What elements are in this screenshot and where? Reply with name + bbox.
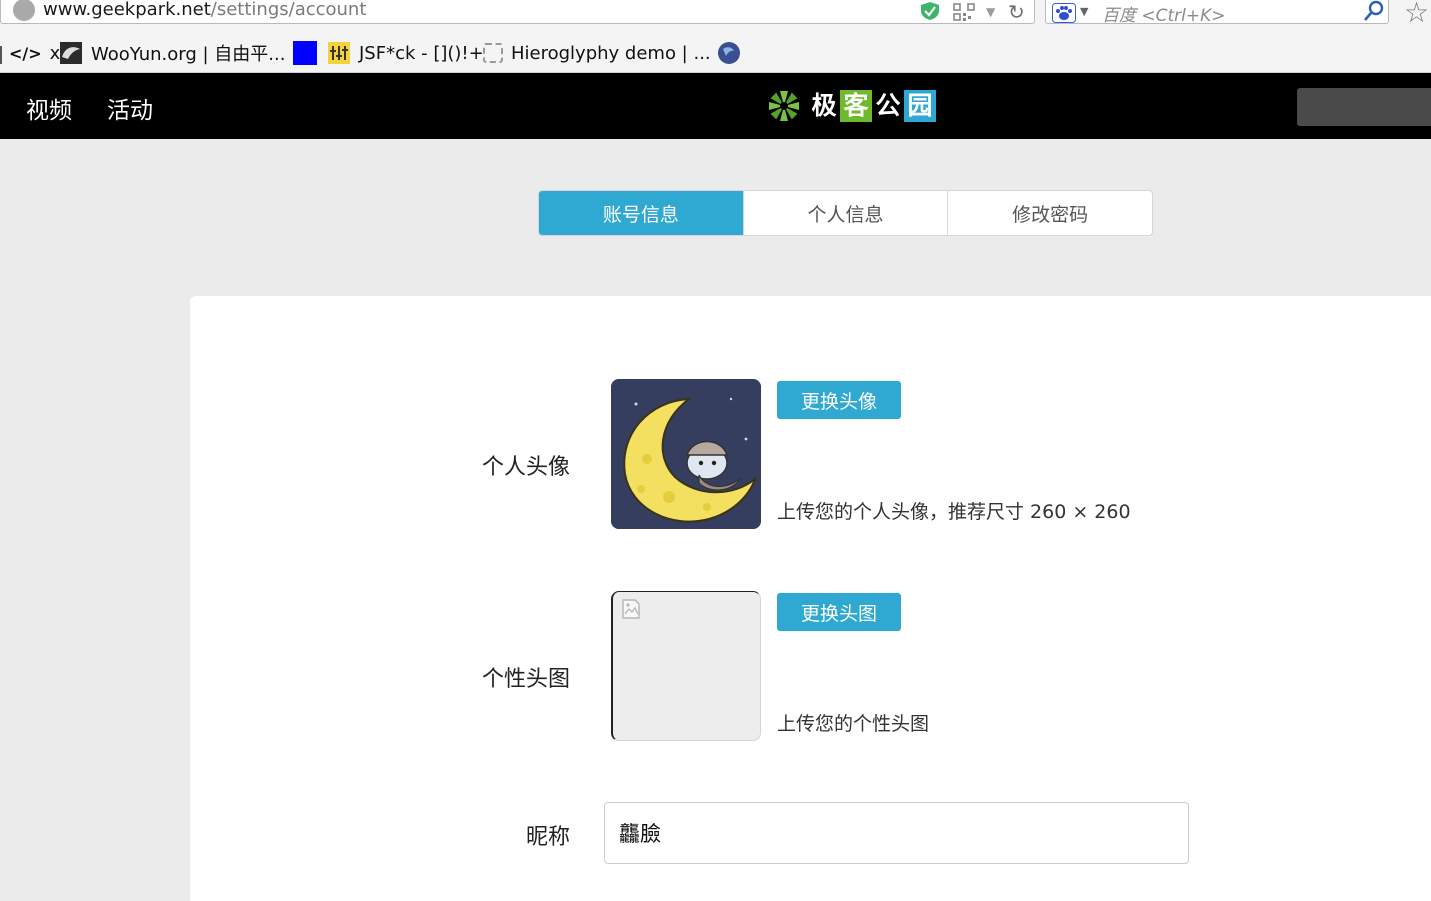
security-shield-icon[interactable] [919, 1, 941, 21]
nickname-input[interactable] [604, 802, 1189, 864]
tab-account-info[interactable]: 账号信息 [539, 191, 743, 235]
bookmark-label: JSF*ck - []()!+ [359, 42, 484, 64]
wooyun-icon [60, 42, 82, 64]
browser-toolbar: www.geekpark.net/settings/account ▼ ↻ ▼ … [0, 0, 1431, 32]
bookmark-label: Hieroglyphy demo | ... [511, 42, 711, 64]
logo-char: 客 [840, 90, 872, 122]
change-cover-button[interactable]: 更换头图 [777, 593, 901, 631]
logo-wordmark: 极 客 公 园 [808, 90, 936, 122]
nickname-label: 昵称 [525, 825, 570, 850]
change-avatar-button[interactable]: 更换头像 [777, 381, 901, 419]
header-search-box[interactable] [1297, 88, 1431, 126]
url-dropdown-icon[interactable]: ▼ [986, 5, 995, 19]
jsfuck-icon [328, 42, 350, 64]
pinwheel-logo-icon [769, 91, 799, 121]
bookmark-item-code[interactable]: </> x [9, 40, 60, 66]
nav-events[interactable]: 活动 [107, 91, 153, 125]
moon-avatar-illustration [611, 379, 761, 529]
avatar-image[interactable] [611, 379, 761, 529]
engine-dropdown-icon[interactable]: ▼ [1080, 5, 1088, 18]
url-host: www.geekpark.net [43, 0, 211, 20]
site-header: 视频 活动 [0, 73, 1431, 139]
tab-change-password[interactable]: 修改密码 [947, 191, 1152, 235]
logo-char: 园 [904, 90, 936, 122]
qr-code-icon[interactable] [953, 3, 975, 21]
logo-char: 公 [872, 90, 904, 122]
code-icon: </> [9, 43, 42, 63]
bookmark-star-icon[interactable]: ☆ [1404, 0, 1429, 29]
settings-tabs: 账号信息 个人信息 修改密码 [538, 190, 1153, 236]
baidu-paw-icon[interactable] [1052, 3, 1076, 23]
logo-char: 极 [808, 90, 840, 122]
broken-image-icon [622, 599, 640, 619]
bookmark-item-wooyun[interactable]: WooYun.org | 自由平... [59, 40, 285, 66]
bookmark-item-jsfuck[interactable]: JSF*ck - []()!+ [327, 40, 484, 66]
cover-image[interactable] [611, 591, 761, 741]
search-bar[interactable]: ▼ 百度 <Ctrl+K> [1045, 0, 1389, 26]
reload-icon[interactable]: ↻ [1008, 0, 1025, 24]
cover-hint: 上传您的个性头图 [777, 713, 930, 735]
tab-personal-info[interactable]: 个人信息 [742, 191, 948, 235]
bookmark-item-hieroglyphy[interactable]: Hieroglyphy demo | ... [483, 40, 711, 66]
url-text[interactable]: www.geekpark.net/settings/account [43, 0, 366, 20]
nav-video[interactable]: 视频 [26, 91, 72, 125]
address-bar[interactable]: www.geekpark.net/settings/account ▼ ↻ [0, 0, 1035, 24]
url-path: /settings/account [210, 0, 367, 20]
search-icon[interactable] [1362, 0, 1386, 23]
avatar-label: 个人头像 [481, 455, 570, 480]
site-info-icon[interactable] [13, 0, 35, 21]
globe-icon [718, 42, 740, 64]
bookmarks-separator [0, 46, 2, 64]
geekpark-logo[interactable]: 极 客 公 园 [766, 86, 936, 126]
search-placeholder[interactable]: 百度 <Ctrl+K> [1102, 1, 1226, 26]
cover-label: 个性头图 [481, 667, 570, 692]
bookmark-item-globe[interactable] [717, 40, 749, 66]
bookmark-item-blue[interactable] [293, 40, 317, 66]
avatar-hint: 上传您的个人头像，推荐尺寸 260 × 260 [777, 501, 1131, 523]
blue-square-icon [293, 41, 317, 65]
bookmarks-bar: </> x WooYun.org | 自由平... JSF*ck - []()!… [0, 32, 1431, 73]
bookmark-label: WooYun.org | 自由平... [91, 44, 286, 65]
dotted-square-icon [483, 43, 503, 63]
